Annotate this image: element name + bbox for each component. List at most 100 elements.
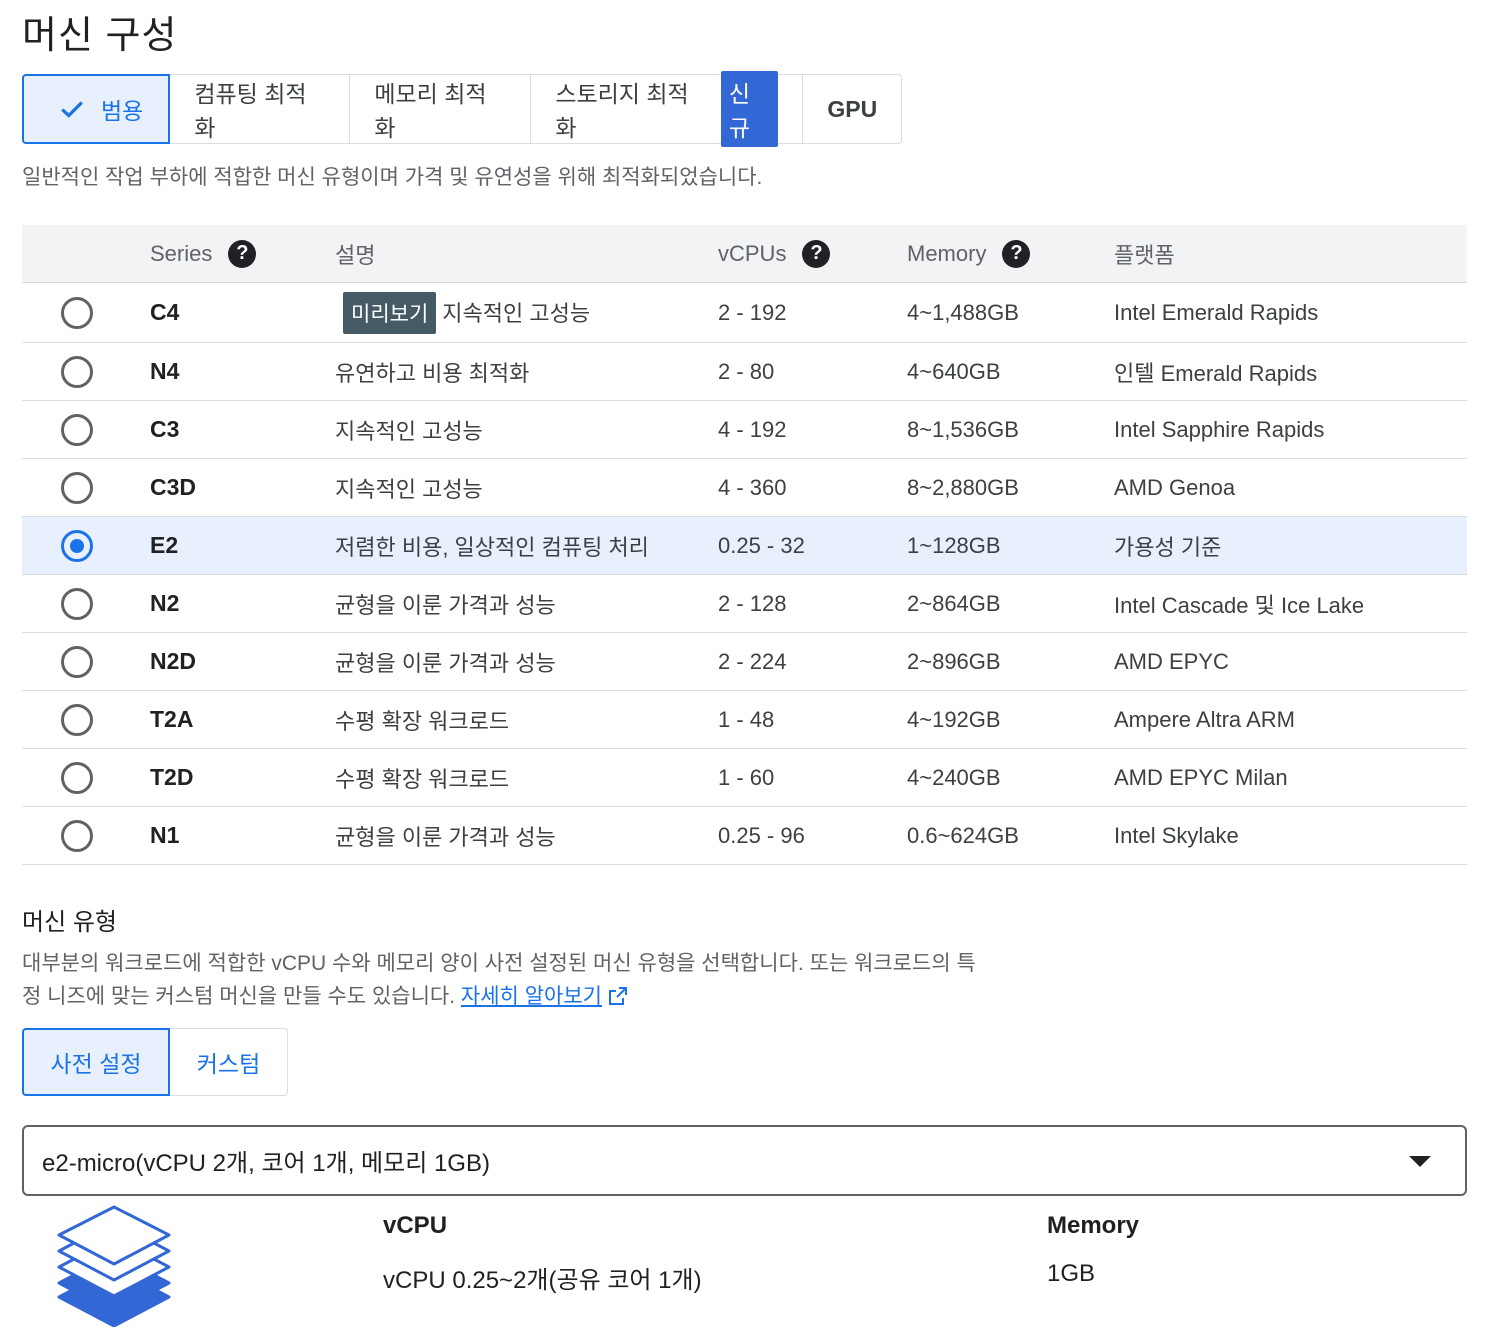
series-platform: AMD Genoa xyxy=(1114,474,1236,500)
series-vcpus: 1 - 48 xyxy=(718,706,775,732)
series-description: 균형을 이룬 가격과 성능 xyxy=(335,592,556,618)
header-label: Series xyxy=(150,240,213,266)
series-radio[interactable] xyxy=(61,413,93,446)
tab-custom[interactable]: 커스텀 xyxy=(170,1028,288,1096)
series-description: 지속적인 고성능 xyxy=(442,300,591,326)
family-description: 일반적인 작업 부하에 적합한 머신 유형이며 가격 및 유연성을 위해 최적화… xyxy=(22,166,763,189)
series-memory: 4~1,488GB xyxy=(907,299,1019,325)
description-line: 정 니즈에 맞는 커스텀 머신을 만들 수도 있습니다. xyxy=(22,985,456,1008)
series-vcpus: 2 - 192 xyxy=(718,299,787,325)
series-vcpus: 2 - 224 xyxy=(718,648,787,674)
series-vcpus: 0.25 - 32 xyxy=(718,532,805,558)
learn-more-link[interactable]: 자세히 알아보기 xyxy=(461,985,602,1008)
series-name: N4 xyxy=(150,358,180,384)
series-cell: C3D xyxy=(150,458,335,517)
header-label: Memory xyxy=(907,240,987,266)
series-radio[interactable] xyxy=(61,471,93,504)
radio-cell xyxy=(22,400,150,459)
series-radio[interactable] xyxy=(61,761,93,794)
help-icon[interactable]: ? xyxy=(228,239,257,268)
platform-cell: Intel Emerald Rapids xyxy=(1114,282,1467,343)
table-row[interactable]: E2 저렴한 비용, 일상적인 컴퓨팅 처리 0.25 - 32 1~128GB 가용성… xyxy=(22,516,1467,575)
series-platform: Intel Sapphire Rapids xyxy=(1114,416,1325,442)
series-memory: 0.6~624GB xyxy=(907,822,1019,848)
machine-type-select[interactable]: e2-micro(vCPU 2개, 코어 1개, 메모리 1GB) xyxy=(22,1125,1467,1196)
table-row[interactable]: T2D 수평 확장 워크로드 1 - 60 4~240GB AMD EPYC Milan xyxy=(22,748,1467,807)
series-memory: 8~1,536GB xyxy=(907,416,1019,442)
description-line: 대부분의 워크로드에 적합한 vCPU 수와 메모리 양이 사전 설정된 머신 … xyxy=(22,952,976,975)
header-platform: 플랫폼 xyxy=(1114,225,1467,283)
description-cell: 미리보기 지속적인 고성능 xyxy=(335,282,718,343)
memory-cell: 2~864GB xyxy=(907,574,1114,633)
series-platform: Intel Emerald Rapids xyxy=(1114,299,1319,325)
description-cell: 균형을 이룬 가격과 성능 xyxy=(335,574,718,633)
series-cell: T2A xyxy=(150,690,335,749)
radio-cell xyxy=(22,458,150,517)
vcpus-cell: 4 - 360 xyxy=(718,458,907,517)
description-cell: 균형을 이룬 가격과 성능 xyxy=(335,806,718,865)
series-memory: 4~192GB xyxy=(907,706,1001,732)
memory-cell: 1~128GB xyxy=(907,516,1114,575)
header-description: 설명 xyxy=(335,225,718,283)
vcpus-cell: 2 - 192 xyxy=(718,282,907,343)
tab-memory-optimized[interactable]: 메모리 최적화 xyxy=(350,75,532,143)
tab-gpu[interactable]: GPU xyxy=(803,75,901,143)
series-description: 지속적인 고성능 xyxy=(335,476,483,502)
series-description: 수평 확장 워크로드 xyxy=(335,766,510,792)
header-label: 설명 xyxy=(335,242,376,268)
table-row[interactable]: C3 지속적인 고성능 4 - 192 8~1,536GB Intel Sapphire… xyxy=(22,400,1467,459)
series-radio[interactable] xyxy=(61,703,93,736)
radio-cell xyxy=(22,516,150,575)
external-link-icon[interactable] xyxy=(608,986,628,1006)
series-radio[interactable] xyxy=(61,296,93,329)
description-cell: 수평 확장 워크로드 xyxy=(335,690,718,749)
platform-cell: Intel Sapphire Rapids xyxy=(1114,400,1467,459)
tab-general-purpose[interactable]: 범용 xyxy=(22,74,171,144)
help-icon[interactable]: ? xyxy=(802,239,831,268)
header-series: Series? xyxy=(150,225,335,283)
header-memory: Memory? xyxy=(907,225,1114,283)
series-radio[interactable] xyxy=(61,529,93,562)
series-cell: E2 xyxy=(150,516,335,575)
memory-cell: 4~1,488GB xyxy=(907,282,1114,343)
tab-label: 스토리지 최적화 xyxy=(555,81,689,141)
series-radio[interactable] xyxy=(61,645,93,678)
table-row[interactable]: N2D 균형을 이룬 가격과 성능 2 - 224 2~896GB AMD EPYC xyxy=(22,632,1467,691)
tab-label: 컴퓨팅 최적화 xyxy=(194,81,307,141)
series-platform: Intel Skylake xyxy=(1114,822,1239,848)
series-radio[interactable] xyxy=(61,587,93,620)
vcpus-cell: 1 - 48 xyxy=(718,690,907,749)
machine-type-description: 대부분의 워크로드에 적합한 vCPU 수와 메모리 양이 사전 설정된 머신 … xyxy=(22,947,1062,1013)
table-row[interactable]: N4 유연하고 비용 최적화 2 - 80 4~640GB 인텔 Emerald Rap… xyxy=(22,342,1467,401)
series-description: 지속적인 고성능 xyxy=(335,418,483,444)
table-row[interactable]: C4 미리보기 지속적인 고성능 2 - 192 4~1,488GB Intel Emer… xyxy=(22,282,1467,343)
tab-storage-optimized[interactable]: 스토리지 최적화 신규 xyxy=(531,71,804,147)
series-vcpus: 0.25 - 96 xyxy=(718,822,805,848)
series-vcpus: 4 - 192 xyxy=(718,416,787,442)
series-vcpus: 2 - 128 xyxy=(718,590,787,616)
tab-compute-optimized[interactable]: 컴퓨팅 최적화 xyxy=(170,75,351,143)
platform-cell: Intel Skylake xyxy=(1114,806,1467,865)
help-icon[interactable]: ? xyxy=(1002,239,1031,268)
vcpus-cell: 4 - 192 xyxy=(718,400,907,459)
check-icon xyxy=(61,101,83,118)
series-memory: 4~240GB xyxy=(907,764,1001,790)
radio-cell xyxy=(22,282,150,343)
memory-spec-label: Memory xyxy=(1047,1212,1140,1239)
new-badge: 신규 xyxy=(720,71,779,147)
machine-type-mode-tabs: 사전 설정 커스텀 xyxy=(22,1028,288,1096)
series-vcpus: 4 - 360 xyxy=(718,474,787,500)
table-row[interactable]: T2A 수평 확장 워크로드 1 - 48 4~192GB Ampere Altra A… xyxy=(22,690,1467,749)
table-row[interactable]: C3D 지속적인 고성능 4 - 360 8~2,880GB AMD Genoa xyxy=(22,458,1467,517)
description-cell: 저렴한 비용, 일상적인 컴퓨팅 처리 xyxy=(335,516,718,575)
memory-spec-value: 1GB xyxy=(1047,1260,1096,1287)
series-name: C3 xyxy=(150,416,180,442)
table-row[interactable]: N2 균형을 이룬 가격과 성능 2 - 128 2~864GB Intel Casca… xyxy=(22,574,1467,633)
series-description: 저렴한 비용, 일상적인 컴퓨팅 처리 xyxy=(335,534,649,560)
table-row[interactable]: N1 균형을 이룬 가격과 성능 0.25 - 96 0.6~624GB Intel S… xyxy=(22,806,1467,865)
tab-preset[interactable]: 사전 설정 xyxy=(22,1028,170,1096)
series-name: E2 xyxy=(150,532,179,558)
description-cell: 지속적인 고성능 xyxy=(335,458,718,517)
series-radio[interactable] xyxy=(61,819,93,852)
series-radio[interactable] xyxy=(61,355,93,388)
